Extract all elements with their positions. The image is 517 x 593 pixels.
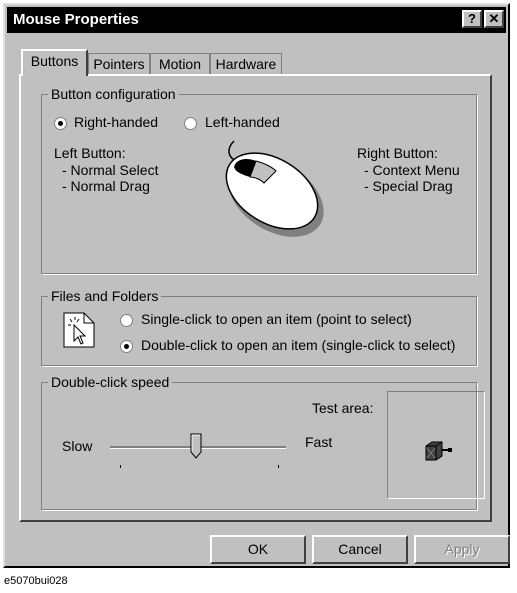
test-area-label: Test area:	[312, 400, 374, 416]
button-configuration-group: Button configuration Right-handed Left-h…	[41, 86, 477, 274]
button-configuration-legend: Button configuration	[48, 86, 179, 102]
jack-in-the-box-icon	[425, 441, 452, 461]
single-click-radio[interactable]	[120, 314, 133, 327]
double-click-label[interactable]: Double-click to open an item (single-cli…	[141, 337, 455, 353]
tab-buttons[interactable]: Buttons	[21, 49, 88, 76]
apply-button[interactable]: Apply	[414, 535, 510, 564]
ok-button[interactable]: OK	[210, 535, 306, 564]
close-button[interactable]: ✕	[484, 10, 504, 28]
figure-caption: e5070bui028	[4, 575, 68, 587]
close-icon: ✕	[488, 11, 500, 26]
tab-hardware[interactable]: Hardware	[210, 53, 282, 75]
tab-pointers[interactable]: Pointers	[88, 53, 150, 75]
double-click-radio[interactable]	[120, 340, 133, 353]
right-handed-label[interactable]: Right-handed	[74, 114, 158, 130]
right-button-item: - Special Drag	[364, 178, 453, 194]
mouse-illustration-icon	[225, 140, 324, 237]
help-button[interactable]: ?	[462, 10, 482, 28]
files-and-folders-legend: Files and Folders	[48, 288, 162, 304]
left-handed-label[interactable]: Left-handed	[205, 114, 280, 130]
slider-tick	[120, 465, 121, 468]
slider-thumb[interactable]	[190, 433, 202, 459]
single-click-label[interactable]: Single-click to open an item (point to s…	[141, 311, 412, 327]
window-title: Mouse Properties	[13, 11, 139, 28]
right-button-item: - Context Menu	[364, 162, 460, 178]
left-button-item: - Normal Select	[62, 162, 159, 178]
left-button-title: Left Button:	[54, 145, 126, 161]
double-click-speed-group: Double-click speed Test area: Slow Fast	[41, 374, 485, 510]
left-handed-radio[interactable]	[184, 117, 197, 130]
files-and-folders-group: Files and Folders Single-click to open a…	[41, 288, 477, 366]
mouse-properties-window: Mouse Properties ? ✕ Buttons Pointers Mo…	[3, 3, 510, 568]
pointer-document-icon	[63, 312, 95, 348]
tab-panel: Button configuration Right-handed Left-h…	[19, 74, 492, 522]
double-click-speed-legend: Double-click speed	[48, 374, 173, 390]
slider-tick	[278, 465, 279, 468]
slow-label: Slow	[62, 438, 93, 454]
cancel-button[interactable]: Cancel	[312, 535, 408, 564]
test-area-box[interactable]	[387, 391, 485, 499]
fast-label: Fast	[305, 434, 333, 450]
tab-motion[interactable]: Motion	[150, 53, 210, 75]
title-bar[interactable]: Mouse Properties ? ✕	[7, 7, 506, 33]
left-button-item: - Normal Drag	[62, 178, 150, 194]
speed-slider[interactable]	[110, 433, 286, 473]
right-button-title: Right Button:	[357, 145, 438, 161]
right-handed-radio[interactable]	[54, 117, 67, 130]
